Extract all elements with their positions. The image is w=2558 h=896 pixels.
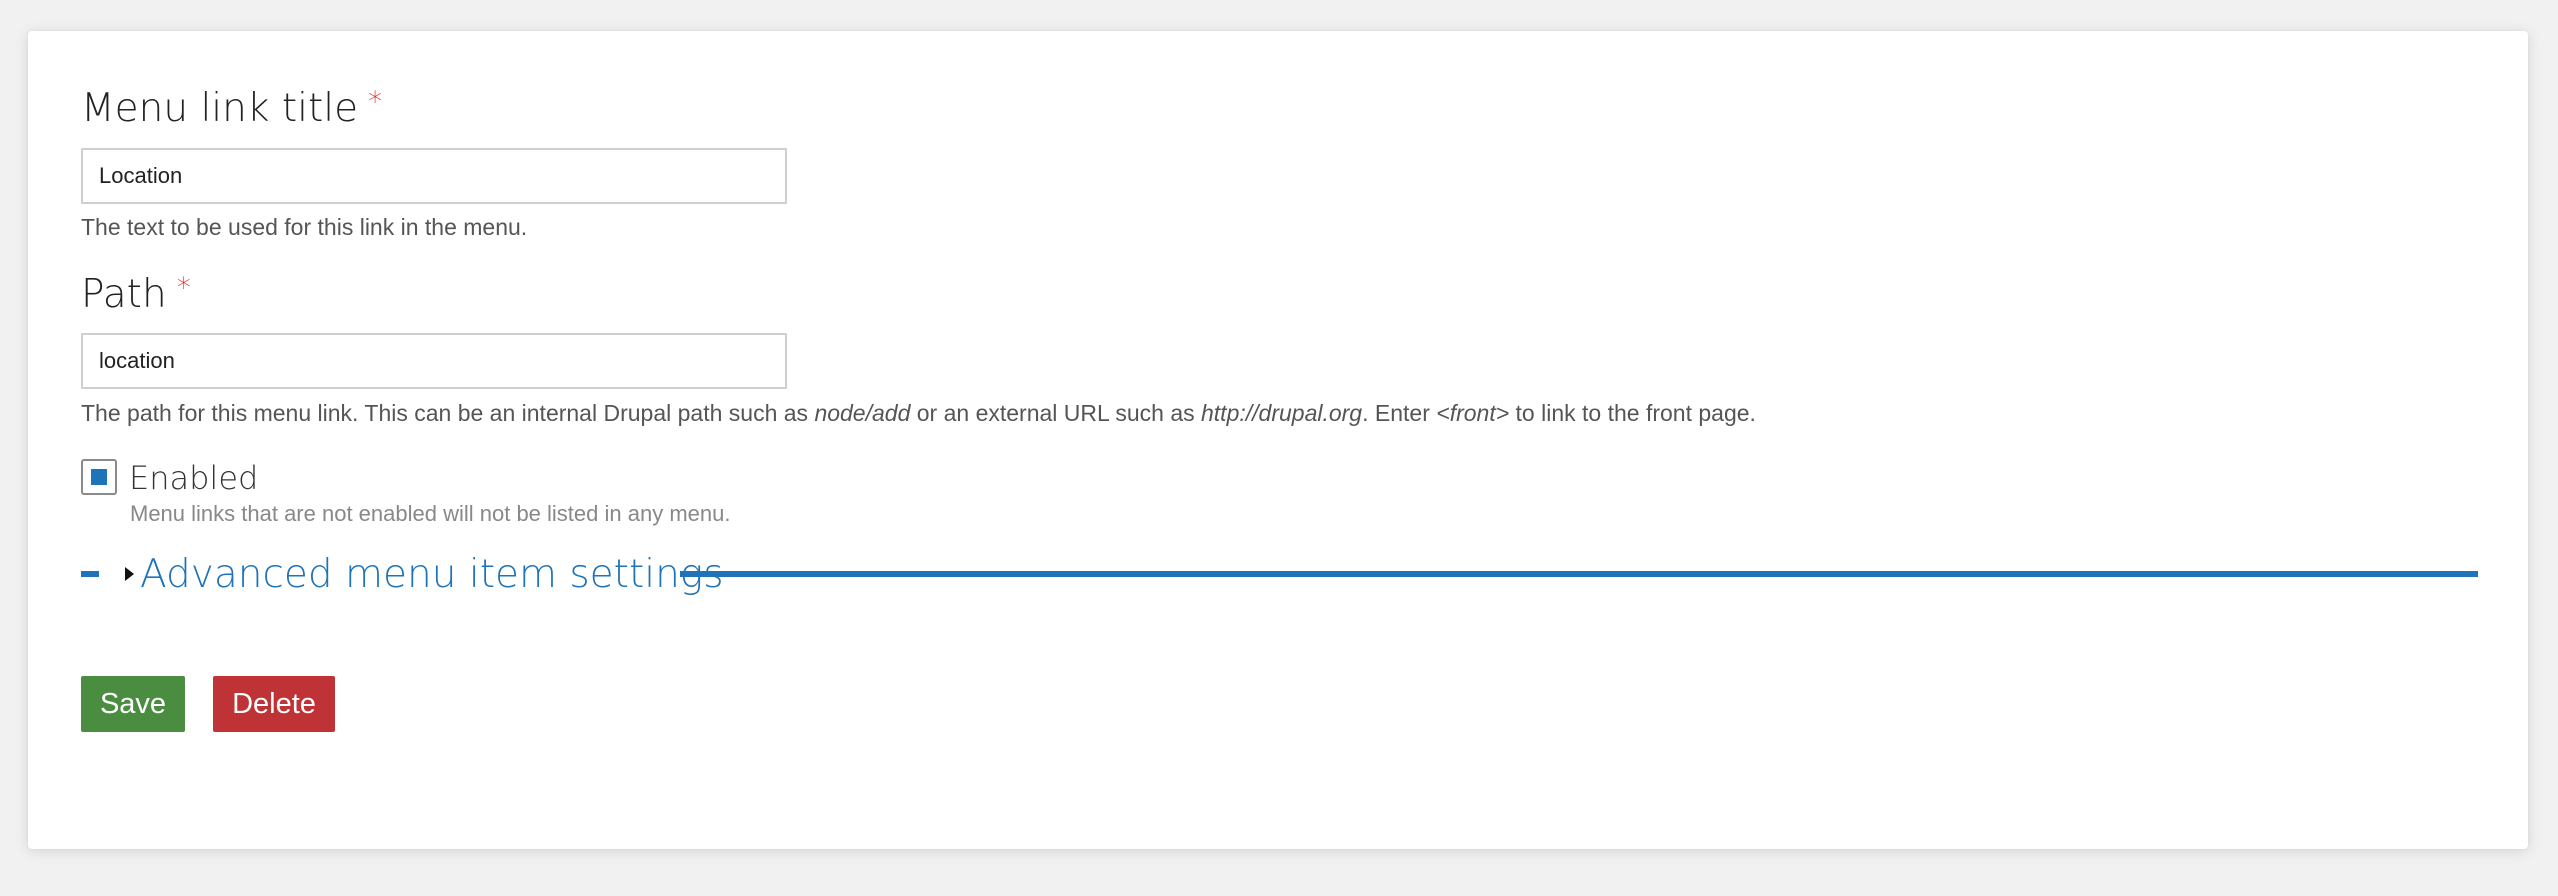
required-marker: * (368, 85, 383, 118)
enabled-label[interactable]: Enabled (129, 462, 258, 494)
menu-link-title-description: The text to be used for this link in the… (81, 214, 528, 240)
fieldset-divider-right (680, 571, 2478, 577)
menu-link-form: Menu link title * The text to be used for… (28, 31, 2528, 849)
path-example-internal: node/add (814, 400, 911, 426)
path-description-text: or an external URL such as (910, 400, 1201, 426)
menu-link-title-input[interactable] (81, 148, 787, 204)
path-label-text: Path (81, 272, 167, 317)
path-input[interactable] (81, 333, 787, 389)
enabled-description: Menu links that are not enabled will not… (130, 501, 731, 526)
checkbox-checked-mark (91, 469, 107, 485)
path-description-text: . Enter (1362, 400, 1437, 426)
advanced-settings-toggle[interactable]: Advanced menu item settings (125, 548, 724, 600)
path-description-text: The path for this menu link. This can be… (81, 400, 815, 426)
path-description-text: to link to the front page. (1509, 400, 1756, 426)
path-label: Path * (81, 272, 191, 317)
delete-button[interactable]: Delete (213, 676, 335, 732)
menu-link-title-label-text: Menu link title (81, 86, 359, 131)
fieldset-divider-left (81, 571, 99, 577)
path-example-front: <front> (1436, 400, 1510, 426)
triangle-right-icon (125, 567, 134, 581)
enabled-checkbox[interactable] (81, 459, 117, 495)
path-description: The path for this menu link. This can be… (81, 402, 1756, 425)
path-example-external: http://drupal.org (1201, 400, 1363, 426)
required-marker: * (176, 271, 191, 304)
advanced-settings-label[interactable]: Advanced menu item settings (140, 555, 724, 594)
menu-link-title-label: Menu link title * (81, 86, 382, 131)
save-button[interactable]: Save (81, 676, 185, 732)
